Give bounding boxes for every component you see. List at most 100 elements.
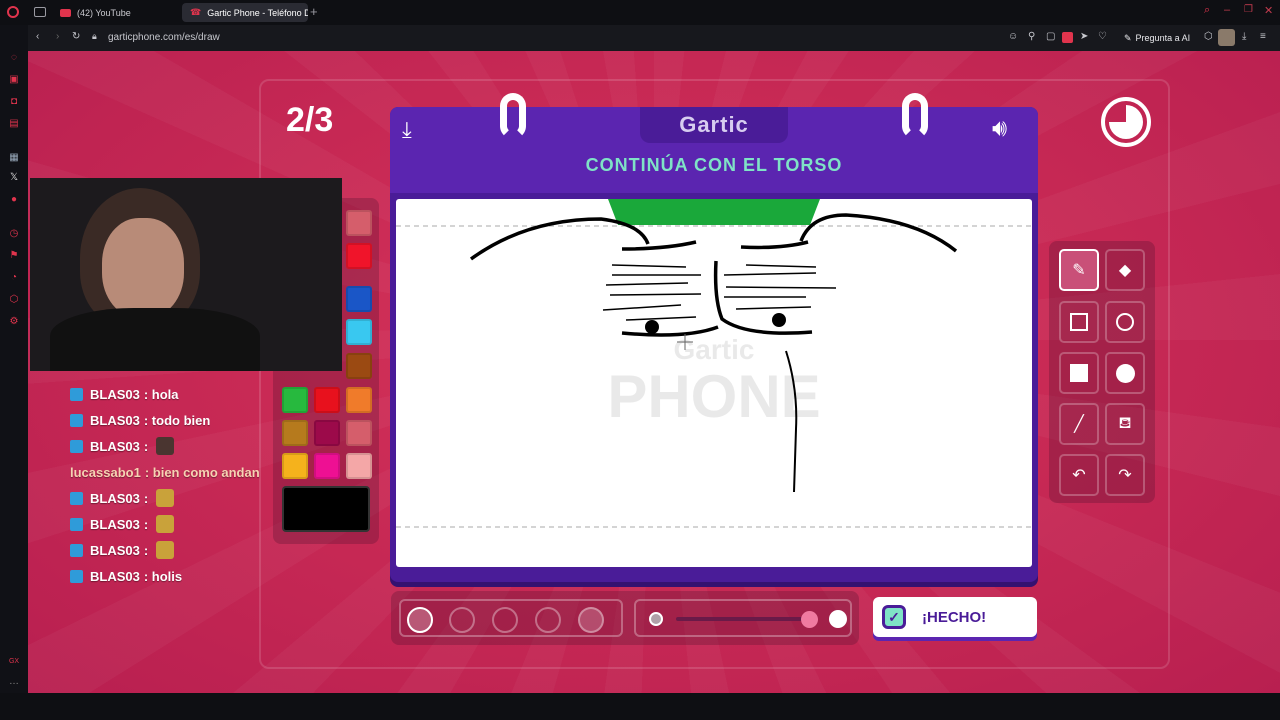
settings-icon[interactable]: ⚙ [7, 315, 21, 329]
undo-tool[interactable]: ↶ [1059, 454, 1099, 496]
pencil-icon: ✎ [1072, 262, 1086, 279]
chat-username: BLAS03 [90, 542, 140, 558]
color-swatch[interactable] [346, 210, 372, 236]
chat-message: BLAS03: hola [70, 381, 300, 407]
color-swatch[interactable] [346, 353, 372, 379]
rectangle-filled-tool[interactable] [1059, 352, 1099, 394]
tab-overview-icon[interactable] [34, 7, 46, 17]
redo-tool[interactable]: ↷ [1105, 454, 1145, 496]
teams-icon[interactable]: ▦ [7, 151, 21, 165]
pin-icon[interactable]: ⚲ [1028, 31, 1035, 42]
chat-text: : [143, 438, 149, 454]
brush-size-3[interactable] [492, 607, 518, 633]
volume-icon[interactable]: 🔊︎ [992, 115, 1007, 143]
clock-icon[interactable]: ◔ [7, 271, 21, 285]
extensions-sidebar-icon[interactable]: ⬡ [7, 293, 21, 307]
menu-icon[interactable]: ≡ [1260, 31, 1266, 42]
gx-icon[interactable]: GX [7, 655, 21, 669]
eraser-tool[interactable]: ◆ [1105, 249, 1145, 291]
download-drawing-icon[interactable]: ⤓ [402, 117, 412, 143]
back-icon[interactable]: ‹ [36, 31, 39, 42]
twitch-icon [70, 439, 83, 453]
emoji-icon[interactable]: ☺ [1008, 31, 1018, 42]
chat-text: : [143, 516, 149, 532]
fill-bucket-tool[interactable]: ⛾ [1105, 403, 1145, 445]
color-swatch[interactable] [346, 453, 372, 479]
twitch-icon [70, 543, 83, 557]
color-swatch[interactable] [346, 319, 372, 345]
opera-logo-icon[interactable] [7, 6, 19, 18]
done-button[interactable]: ✓ ¡HECHO! [873, 597, 1037, 637]
send-icon[interactable]: ➤ [1080, 31, 1088, 42]
chat-text: : hola [143, 386, 179, 402]
rectangle-outline-tool[interactable] [1059, 301, 1099, 343]
brush-size-1[interactable] [407, 607, 433, 633]
search-tabs-icon[interactable]: ⌕ [1204, 4, 1210, 17]
snapshot-icon[interactable]: ▢ [1046, 31, 1055, 42]
redo-icon: ↷ [1118, 467, 1132, 484]
profile-avatar[interactable] [1218, 29, 1235, 46]
x-icon[interactable]: 𝕏 [7, 171, 21, 185]
twitch-icon [70, 517, 83, 531]
color-swatch[interactable] [282, 420, 308, 446]
shopping-icon[interactable]: ▣ [7, 73, 21, 87]
ask-ai-button[interactable]: ✎ Pregunta a AI [1124, 30, 1190, 46]
download-icon[interactable]: ⤓ [1242, 31, 1246, 42]
color-swatch[interactable] [314, 420, 340, 446]
color-swatch[interactable] [346, 243, 372, 269]
chat-message: BLAS03: [70, 485, 300, 511]
player-icon[interactable]: ▤ [7, 117, 21, 131]
chat-message: BLAS03: [70, 537, 300, 563]
extensions-icon[interactable]: ⬡ [1204, 31, 1213, 42]
dance-emote-icon [156, 541, 175, 559]
color-swatch[interactable] [314, 387, 340, 413]
gartic-page: 2/3 Gartic ⤓ 🔊︎ CONTINÚA CON EL TORSO Ga… [28, 51, 1280, 693]
binder-ring-left [500, 93, 526, 139]
color-swatch[interactable] [314, 453, 340, 479]
prompt-text: CONTINÚA CON EL TORSO [585, 155, 843, 175]
watermark-top: Gartic [674, 334, 755, 365]
circle-filled-tool[interactable] [1105, 352, 1145, 394]
chat-overlay: BLAS03: hola BLAS03: todo bien BLAS03: luca… [70, 381, 300, 589]
reload-icon[interactable]: ↻ [72, 31, 80, 42]
circle-outline-tool[interactable] [1105, 301, 1145, 343]
minimize-icon[interactable]: – [1224, 4, 1230, 16]
phone-watermark: Gartic PHONE [607, 334, 820, 430]
opacity-handle[interactable] [801, 611, 818, 628]
color-swatch[interactable] [282, 387, 308, 413]
aria-icon[interactable]: ◌ [7, 51, 21, 65]
tab-youtube[interactable]: (42) YouTube [52, 3, 176, 22]
messenger-icon[interactable]: ◘ [7, 95, 21, 109]
tab-gartic[interactable]: ☎ Gartic Phone - Teléfono D [182, 3, 308, 22]
color-swatch[interactable] [282, 453, 308, 479]
forward-icon[interactable]: › [56, 31, 59, 42]
shield-icon[interactable] [1062, 32, 1073, 43]
ask-ai-label: Pregunta a AI [1135, 33, 1191, 43]
pencil-tool[interactable]: ✎ [1059, 249, 1099, 291]
url-field[interactable]: garticphone.com/es/draw [108, 32, 220, 43]
history-icon[interactable]: ◷ [7, 227, 21, 241]
brush-size-4[interactable] [535, 607, 561, 633]
color-swatch[interactable] [346, 420, 372, 446]
brush-size-2[interactable] [449, 607, 475, 633]
drawing-board: Gartic ⤓ 🔊︎ CONTINÚA CON EL TORSO Gartic… [390, 93, 1038, 582]
gartic-icon: ☎ [190, 7, 202, 17]
new-tab-button[interactable]: + [310, 4, 318, 19]
line-tool[interactable]: ╱ [1059, 403, 1099, 445]
twitch-icon [70, 569, 83, 583]
opacity-slider[interactable] [634, 599, 852, 637]
heart-icon[interactable]: ♡ [1098, 31, 1107, 42]
maximize-icon[interactable]: ❐ [1244, 4, 1253, 15]
record-icon[interactable]: ● [7, 193, 21, 207]
more-icon[interactable]: … [7, 675, 21, 689]
drawing-canvas[interactable]: Gartic PHONE [396, 199, 1032, 567]
chat-text: : bien como andan [144, 464, 260, 480]
color-swatch[interactable] [346, 387, 372, 413]
chat-message: BLAS03: [70, 433, 300, 459]
watermark-bottom: PHONE [607, 363, 820, 430]
close-window-icon[interactable]: ✕ [1264, 4, 1273, 17]
brush-size-5[interactable] [578, 607, 604, 633]
ai-spark-icon: ✎ [1124, 32, 1132, 43]
bookmark-icon[interactable]: ⚑ [7, 249, 21, 263]
color-swatch[interactable] [346, 286, 372, 312]
